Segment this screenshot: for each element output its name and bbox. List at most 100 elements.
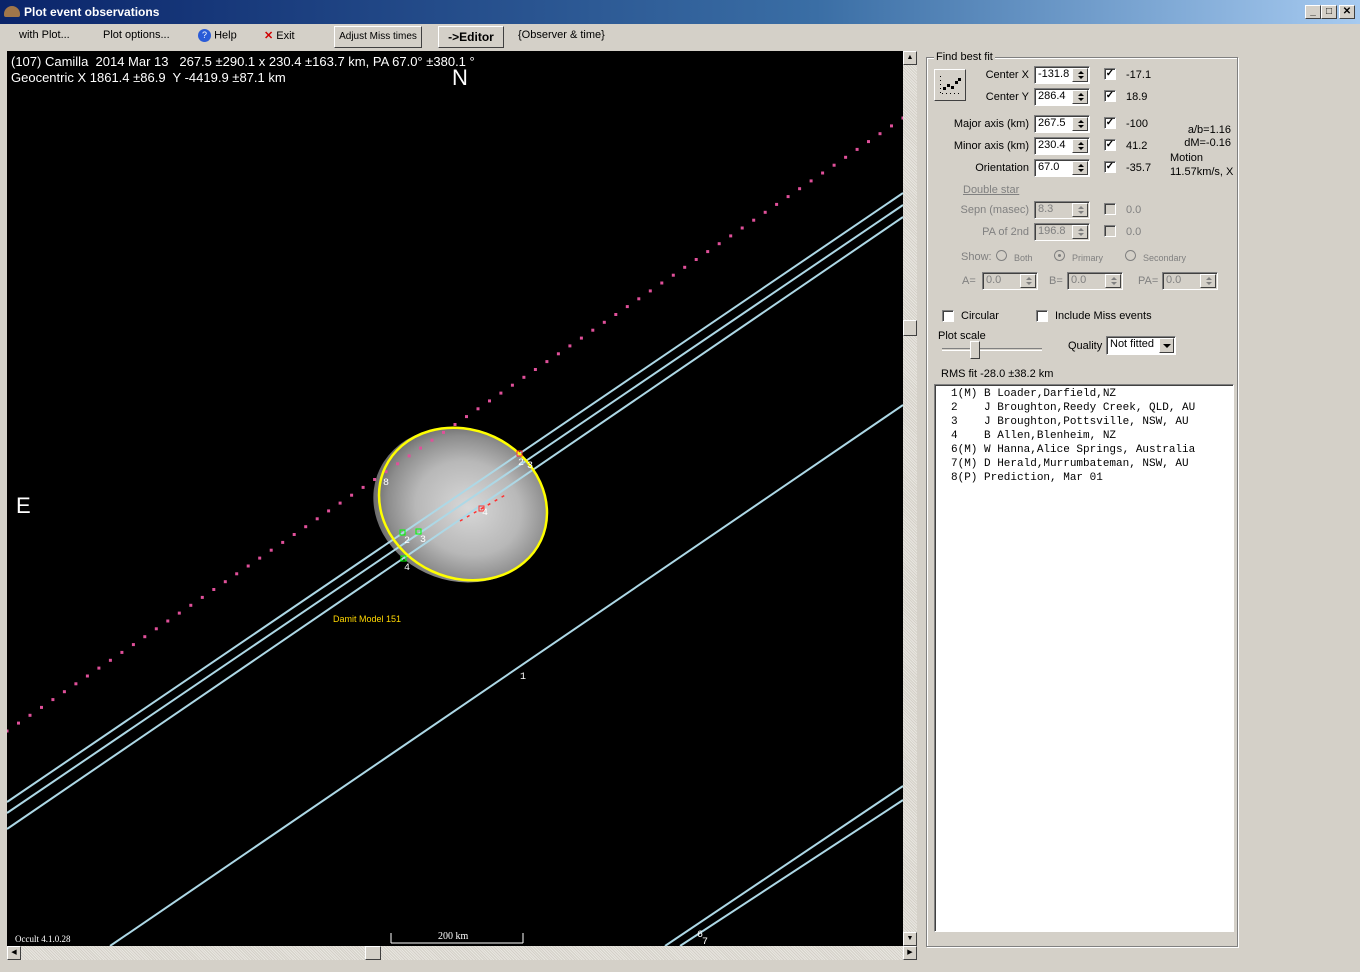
a-input[interactable]: 0.0 bbox=[982, 272, 1038, 290]
sepn-spinner[interactable] bbox=[1072, 203, 1088, 217]
prediction-dot bbox=[108, 658, 112, 662]
sepn-input[interactable]: 8.3 bbox=[1034, 201, 1090, 219]
orientation-adjust: -35.7 bbox=[1126, 162, 1152, 174]
center-y-label: Center Y bbox=[985, 91, 1029, 103]
major-axis-input[interactable]: 267.5 bbox=[1034, 115, 1090, 133]
center-y-checkbox[interactable]: ✓ bbox=[1104, 90, 1116, 102]
prediction-dot bbox=[867, 140, 870, 144]
horizontal-scrollbar[interactable]: ◀ ▶ bbox=[7, 946, 917, 960]
plot-header-line2: Geocentric X 1861.4 ±86.9 Y -4419.9 ±87.… bbox=[11, 70, 286, 85]
scale-label: 200 km bbox=[438, 931, 469, 942]
chord-label-4: 4 bbox=[482, 508, 488, 519]
horizontal-scroll-thumb[interactable] bbox=[365, 946, 381, 960]
minor-axis-spinner[interactable] bbox=[1072, 139, 1088, 153]
help-icon: ? bbox=[198, 29, 211, 42]
minor-axis-label: Minor axis (km) bbox=[953, 140, 1029, 152]
prediction-dot bbox=[419, 446, 422, 450]
list-item[interactable]: 3 J Broughton,Pottsville, NSW, AU bbox=[951, 416, 1233, 430]
menu-exit[interactable]: ✕ Exit bbox=[264, 29, 295, 42]
sepn-label: Sepn (masec) bbox=[960, 204, 1029, 216]
list-item[interactable]: 1(M) B Loader,Darfield,NZ bbox=[951, 388, 1233, 402]
b-spinner[interactable] bbox=[1105, 274, 1121, 288]
chord-label-4: 4 bbox=[404, 563, 410, 574]
show-primary-radio[interactable] bbox=[1054, 250, 1065, 261]
minor-axis-checkbox[interactable]: ✓ bbox=[1104, 139, 1116, 151]
prediction-dot bbox=[809, 179, 813, 183]
scroll-left-button[interactable]: ◀ bbox=[7, 946, 21, 960]
center-x-checkbox[interactable]: ✓ bbox=[1104, 68, 1116, 80]
scroll-up-button[interactable]: ▲ bbox=[903, 51, 917, 65]
prediction-dot bbox=[602, 320, 606, 324]
prediction-dot bbox=[671, 273, 675, 277]
prediction-dot bbox=[855, 147, 859, 151]
plot-canvas[interactable]: 1234678234 (107) Camilla 2014 Mar 13 267… bbox=[7, 51, 903, 946]
prediction-dot bbox=[832, 163, 836, 167]
chord-label-3: 3 bbox=[420, 535, 426, 546]
north-label: N bbox=[452, 65, 468, 90]
prediction-dot bbox=[120, 650, 124, 654]
scroll-right-button[interactable]: ▶ bbox=[903, 946, 917, 960]
quality-select[interactable]: Not fitted bbox=[1106, 336, 1176, 355]
pa2-checkbox[interactable] bbox=[1104, 225, 1116, 237]
show-both-radio[interactable] bbox=[996, 250, 1007, 261]
center-x-label: Center X bbox=[985, 69, 1029, 81]
major-axis-checkbox[interactable]: ✓ bbox=[1104, 117, 1116, 129]
b-input[interactable]: 0.0 bbox=[1067, 272, 1123, 290]
plot-scale-slider[interactable] bbox=[970, 341, 980, 359]
pa-spinner[interactable] bbox=[1200, 274, 1216, 288]
find-best-fit-label: Find best fit bbox=[934, 51, 995, 63]
center-y-spinner[interactable] bbox=[1072, 90, 1088, 104]
menu-plot-options[interactable]: Plot options... bbox=[103, 29, 170, 41]
menu-help[interactable]: ? Help bbox=[198, 29, 237, 42]
major-axis-label: Major axis (km) bbox=[953, 118, 1029, 130]
orientation-checkbox[interactable]: ✓ bbox=[1104, 161, 1116, 173]
maximize-button[interactable]: □ bbox=[1321, 5, 1337, 19]
exit-icon: ✕ bbox=[264, 30, 274, 42]
prediction-dot bbox=[499, 391, 503, 395]
orientation-input[interactable]: 67.0 bbox=[1034, 159, 1090, 177]
close-button[interactable]: ✕ bbox=[1339, 5, 1355, 19]
prediction-dot bbox=[85, 674, 89, 678]
circular-label: Circular bbox=[961, 310, 999, 322]
show-secondary-radio[interactable] bbox=[1125, 250, 1136, 261]
scroll-down-button[interactable]: ▼ bbox=[903, 932, 917, 946]
menu-with-plot[interactable]: with Plot... bbox=[19, 29, 70, 41]
major-axis-spinner[interactable] bbox=[1072, 117, 1088, 131]
prediction-dot bbox=[396, 462, 400, 466]
orientation-value: 67.0 bbox=[1038, 161, 1060, 173]
prediction-dot bbox=[62, 690, 66, 694]
prediction-dot bbox=[97, 666, 101, 670]
list-item[interactable]: 6(M) W Hanna,Alice Springs, Australia bbox=[951, 444, 1233, 458]
circular-checkbox[interactable] bbox=[942, 310, 954, 322]
minimize-button[interactable]: _ bbox=[1305, 5, 1321, 19]
pa2-spinner[interactable] bbox=[1072, 225, 1088, 239]
prediction-dot bbox=[763, 210, 767, 214]
prediction-dot bbox=[131, 643, 135, 647]
minor-axis-input[interactable]: 230.4 bbox=[1034, 137, 1090, 155]
include-miss-checkbox[interactable] bbox=[1036, 310, 1048, 322]
a-spinner[interactable] bbox=[1020, 274, 1036, 288]
pa-input[interactable]: 0.0 bbox=[1162, 272, 1218, 290]
center-x-spinner[interactable] bbox=[1072, 68, 1088, 82]
vertical-scrollbar[interactable]: ▲ ▼ bbox=[903, 51, 917, 946]
menu-observer-time[interactable]: {Observer & time} bbox=[518, 29, 605, 41]
fit-button[interactable] bbox=[934, 69, 966, 101]
editor-button[interactable]: ->Editor bbox=[438, 26, 504, 48]
chevron-down-icon[interactable] bbox=[1159, 338, 1174, 353]
center-y-input[interactable]: 286.4 bbox=[1034, 88, 1090, 106]
sepn-checkbox[interactable] bbox=[1104, 203, 1116, 215]
center-x-input[interactable]: -131.8 bbox=[1034, 66, 1090, 84]
observer-list[interactable]: 1(M) B Loader,Darfield,NZ 2 J Broughton,… bbox=[934, 384, 1234, 932]
vertical-scroll-thumb[interactable] bbox=[903, 320, 917, 336]
list-item[interactable]: 8(P) Prediction, Mar 01 bbox=[951, 472, 1233, 486]
prediction-dot bbox=[442, 430, 445, 434]
plot-scale-track[interactable] bbox=[942, 348, 1042, 351]
pa-label: PA= bbox=[1138, 275, 1159, 287]
orientation-spinner[interactable] bbox=[1072, 161, 1088, 175]
list-item[interactable]: 2 J Broughton,Reedy Creek, QLD, AU bbox=[951, 402, 1233, 416]
list-item[interactable]: 4 B Allen,Blenheim, NZ bbox=[951, 430, 1233, 444]
chord-label-2: 2 bbox=[404, 536, 410, 547]
list-item[interactable]: 7(M) D Herald,Murrumbateman, NSW, AU bbox=[951, 458, 1233, 472]
adjust-miss-times-button[interactable]: Adjust Miss times bbox=[334, 26, 422, 48]
pa2-input[interactable]: 196.8 bbox=[1034, 223, 1090, 241]
